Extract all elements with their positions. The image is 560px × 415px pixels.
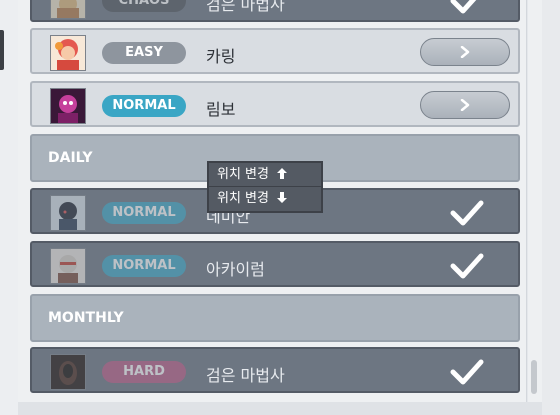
menu-item-label: 위치 변경: [217, 167, 269, 182]
move-down-menu-item[interactable]: 위치 변경: [209, 187, 321, 211]
boss-portrait-image: [51, 0, 85, 18]
boss-row[interactable]: EASY 카링: [30, 28, 520, 74]
vertical-scrollbar[interactable]: [528, 0, 542, 402]
context-menu: 위치 변경 위치 변경: [207, 161, 323, 213]
chevron-right-icon: [460, 46, 470, 58]
right-edge: [542, 0, 560, 415]
go-button[interactable]: [420, 38, 510, 66]
boss-portrait-image: [51, 36, 85, 70]
difficulty-badge: EASY: [102, 42, 186, 64]
difficulty-badge: CHAOS: [102, 0, 186, 12]
boss-portrait: [50, 35, 86, 71]
section-label: DAILY: [48, 150, 93, 166]
arrow-up-icon: [277, 168, 288, 179]
check-icon: [450, 359, 484, 385]
boss-name: 검은 마법사: [206, 366, 285, 385]
boss-portrait-image: [51, 196, 85, 230]
boss-portrait: [50, 248, 86, 284]
boss-portrait: [50, 0, 86, 19]
left-edge: [0, 0, 18, 415]
chevron-right-icon: [460, 99, 470, 111]
boss-name: 검은 마법사: [206, 0, 285, 14]
check-icon: [450, 200, 484, 226]
side-tab-handle[interactable]: [0, 30, 4, 70]
check-icon: [450, 0, 477, 14]
difficulty-badge: NORMAL: [102, 202, 186, 224]
section-header-monthly[interactable]: MONTHLY: [30, 294, 520, 342]
boss-portrait-image: [51, 89, 85, 123]
boss-portrait-image: [51, 249, 85, 283]
boss-portrait: [50, 88, 86, 124]
boss-name: 림보: [206, 100, 236, 119]
bottom-edge: [18, 402, 542, 415]
boss-portrait-image: [51, 355, 85, 389]
boss-row[interactable]: HARD 검은 마법사: [30, 347, 520, 393]
move-up-menu-item[interactable]: 위치 변경: [209, 163, 321, 187]
boss-row[interactable]: NORMAL 림보: [30, 81, 520, 127]
difficulty-badge: NORMAL: [102, 255, 186, 277]
boss-row[interactable]: CHAOS 검은 마법사: [30, 0, 520, 22]
boss-name: 아카이럼: [206, 260, 265, 279]
boss-portrait: [50, 354, 86, 390]
difficulty-badge: NORMAL: [102, 95, 186, 117]
arrow-down-icon: [277, 192, 288, 203]
boss-portrait: [50, 195, 86, 231]
boss-row[interactable]: NORMAL 아카이럼: [30, 241, 520, 287]
difficulty-badge: HARD: [102, 361, 186, 383]
boss-name: 카링: [206, 47, 236, 66]
section-label: MONTHLY: [48, 310, 124, 326]
scroll-thumb[interactable]: [531, 360, 537, 394]
go-button[interactable]: [420, 91, 510, 119]
menu-item-label: 위치 변경: [217, 191, 269, 206]
check-icon: [450, 253, 484, 279]
